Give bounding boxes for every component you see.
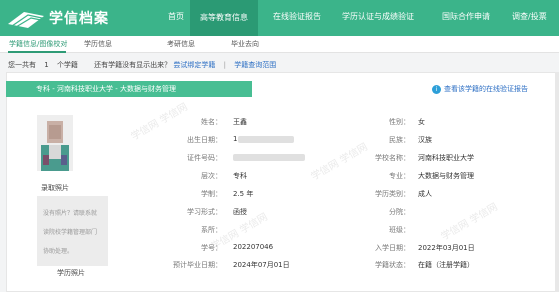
enrollment-status-value: 在籍（注册学籍） (418, 261, 474, 269)
birth-date-label: 出生日期： (187, 136, 222, 144)
branch-label: 分院： (389, 208, 410, 216)
bind-enrollment-link[interactable]: 尝试绑定学籍 (173, 61, 215, 69)
subnav-degree-info[interactable]: 学历信息 (84, 39, 112, 49)
enrollment-date-label: 入学日期： (375, 244, 410, 252)
view-verification-report-link[interactable]: i 查看该学籍的在线验证报告 (432, 84, 528, 94)
school-name-value: 河南科技职业大学 (418, 154, 474, 162)
enrollment-count-notice: 您一共有 1 个学籍 还有学籍没有显示出来？ 尝试绑定学籍 | 学籍查询范围 (8, 60, 276, 70)
duration-value: 2.5 年 (233, 190, 254, 198)
name-label: 姓名： (201, 118, 222, 126)
nav-survey-vote[interactable]: 调查/投票 (512, 11, 547, 22)
enrollment-photo-caption: 录取照片 (41, 184, 69, 192)
degree-photo-caption: 学历照片 (57, 269, 85, 277)
subnav-postgrad-info[interactable]: 考研信息 (167, 39, 195, 49)
top-navigation-bar: 学信档案 首页 高等教育信息 在线验证报告 学历认证与成绩验证 国际合作申请 调… (0, 0, 559, 36)
enrollment-status-label: 学籍状态： (375, 261, 410, 269)
major-label: 专业： (389, 172, 410, 180)
watermark: 学信网 学信网 (129, 101, 190, 143)
enrollment-banner: 专科 - 河南科技职业大学 - 大数据与财务管理 (6, 81, 252, 97)
site-logo-text: 学信档案 (49, 11, 109, 27)
ethnicity-label: 民族： (389, 136, 410, 144)
subnav-enrollment-info[interactable]: 学籍信息/图像校对 (9, 39, 67, 49)
watermark: 学信网 学信网 (309, 141, 370, 183)
subnav-graduation-destination[interactable]: 毕业去向 (231, 39, 259, 49)
student-number-value: 202207046 (233, 243, 274, 251)
study-form-label: 学习形式： (187, 208, 222, 216)
department-label: 系所： (201, 226, 222, 234)
info-icon: i (432, 84, 441, 94)
duration-label: 学制： (201, 190, 222, 198)
notice-mid: 个学籍 (56, 61, 78, 69)
level-label: 层次： (201, 172, 222, 180)
book-logo-icon (8, 12, 44, 28)
expected-graduation-value: 2024年07月01日 (233, 261, 290, 269)
enrollment-photo (37, 115, 73, 171)
name-value: 王鑫 (233, 118, 247, 126)
degree-photo-placeholder: 没有照片？请联系就读院校学籍管理部门协助处理。 (37, 196, 108, 266)
redacted-id-number (233, 154, 305, 161)
expected-graduation-label: 预计毕业日期： (173, 261, 222, 269)
id-number-label: 证件号码： (187, 154, 222, 162)
major-value: 大数据与财务管理 (418, 172, 474, 180)
nav-international-cooperation[interactable]: 国际合作申请 (442, 11, 490, 22)
notice-separator: | (223, 61, 226, 69)
watermark: 学信网 学信网 (439, 201, 500, 243)
redacted-birth-date (238, 136, 294, 143)
nav-home[interactable]: 首页 (168, 11, 184, 22)
nav-higher-education-info[interactable]: 高等教育信息 (190, 0, 258, 36)
site-logo[interactable]: 学信档案 (6, 6, 109, 30)
sub-navigation: 学籍信息/图像校对 学历信息 考研信息 毕业去向 (0, 36, 559, 53)
degree-category-value: 成人 (418, 190, 432, 198)
nav-online-verification-report[interactable]: 在线验证报告 (273, 11, 321, 22)
subnav-active-indicator (8, 51, 66, 53)
notice-question: 还有学籍没有显示出来？ (94, 61, 172, 69)
study-form-value: 函授 (233, 208, 247, 216)
vertical-scrollbar[interactable] (555, 72, 559, 292)
enrollment-date-value: 2022年03月01日 (418, 244, 475, 252)
degree-category-label: 学历类别： (375, 190, 410, 198)
notice-prefix: 您一共有 (8, 61, 36, 69)
gender-label: 性别： (389, 118, 410, 126)
gender-value: 女 (418, 118, 425, 126)
class-label: 班级： (389, 226, 410, 234)
degree-photo-placeholder-text: 没有照片？请联系就读院校学籍管理部门协助处理。 (43, 210, 98, 255)
level-value: 专科 (233, 172, 247, 180)
student-number-label: 学号： (201, 244, 222, 252)
enrollment-query-scope-link[interactable]: 学籍查询范围 (234, 61, 276, 69)
notice-count: 1 (44, 61, 49, 69)
school-name-label: 学校名称： (375, 154, 410, 162)
birth-date-value: 1 (233, 135, 238, 143)
ethnicity-value: 汉族 (418, 136, 432, 144)
nav-degree-certification[interactable]: 学历认证与成绩验证 (342, 11, 414, 22)
verify-link-text: 查看该学籍的在线验证报告 (444, 85, 528, 93)
